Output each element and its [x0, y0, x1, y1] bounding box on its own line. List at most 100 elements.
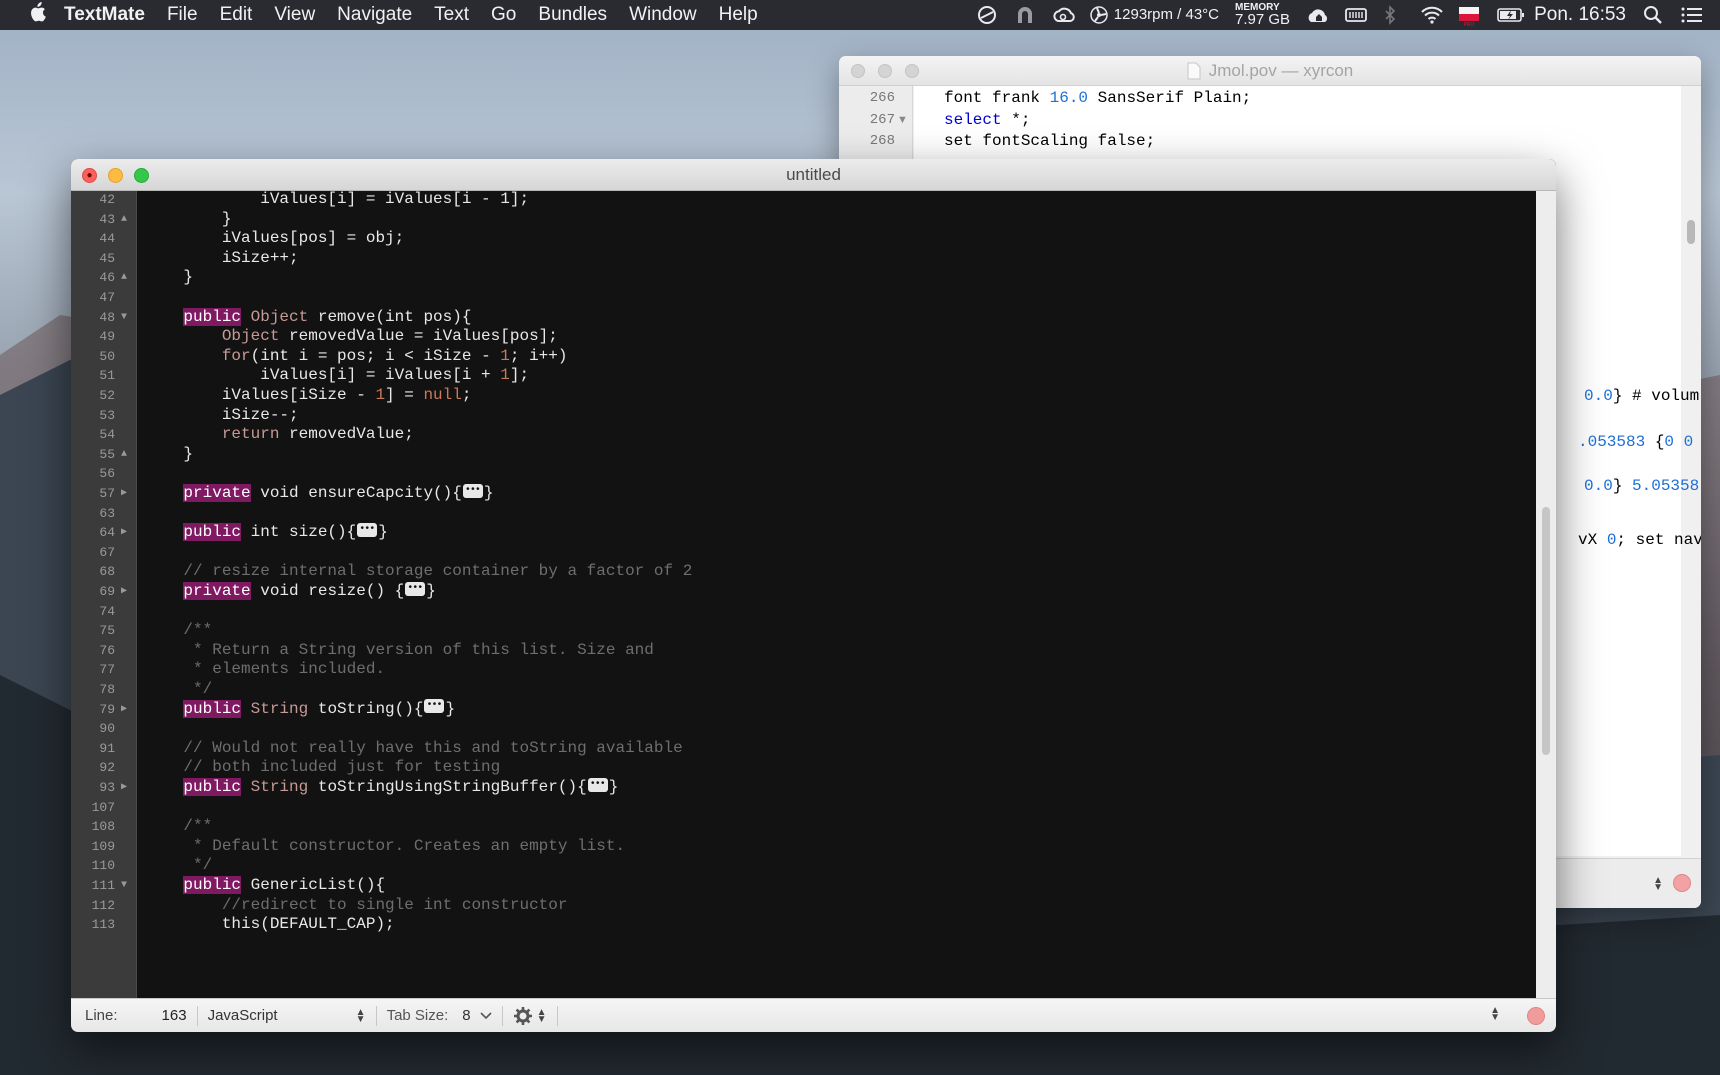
- code-line[interactable]: // both included just for testing: [145, 757, 500, 779]
- code-line[interactable]: public int size(){}: [145, 519, 388, 544]
- back-window-titlebar[interactable]: Jmol.pov — xyrcon: [839, 56, 1701, 86]
- back-code-line[interactable]: .053583 {0 0: [1578, 432, 1693, 454]
- code-line[interactable]: private void resize() {}: [145, 578, 436, 603]
- line-number-field[interactable]: 163: [162, 1007, 187, 1024]
- cloud-home-icon[interactable]: [1306, 5, 1328, 25]
- editor-window[interactable]: ● untitled 42 43 ▲ 44 45 46 ▲ 47 48 ▼ 49 50 51 52 53 54…: [71, 159, 1556, 1032]
- gutter-line[interactable]: 109: [71, 836, 136, 858]
- gutter-line[interactable]: 111 ▼: [71, 875, 136, 897]
- gutter-line[interactable]: 55 ▲: [71, 444, 136, 466]
- gutter-line[interactable]: 49: [71, 326, 136, 348]
- code-line[interactable]: */: [145, 679, 212, 701]
- code-line[interactable]: private void ensureCapcity(){}: [145, 480, 493, 505]
- spotlight-search-icon[interactable]: [1642, 5, 1664, 25]
- gutter-line[interactable]: 112: [71, 895, 136, 917]
- battery-icon[interactable]: [1496, 5, 1525, 25]
- gutter-line[interactable]: 43 ▲: [71, 209, 136, 231]
- code-line[interactable]: public GenericList(){: [145, 875, 385, 897]
- gutter-line[interactable]: 50: [71, 346, 136, 368]
- menu-navigate[interactable]: Navigate: [326, 4, 423, 26]
- zoom-button[interactable]: [134, 168, 149, 183]
- folded-code-badge[interactable]: [424, 695, 445, 717]
- gutter-line[interactable]: 47: [71, 287, 136, 309]
- code-line[interactable]: public Object remove(int pos){: [145, 307, 471, 329]
- code-line[interactable]: iValues[i] = iValues[i - 1];: [145, 191, 529, 211]
- bundle-actions-menu[interactable]: ▲ ▼: [513, 1006, 547, 1026]
- gutter-line[interactable]: 107: [71, 797, 136, 819]
- gutter-line[interactable]: 92: [71, 757, 136, 779]
- menu-window[interactable]: Window: [618, 4, 708, 26]
- gutter-line[interactable]: 108: [71, 816, 136, 838]
- code-line[interactable]: }: [145, 444, 193, 466]
- gutter-line[interactable]: 69 ▶: [71, 581, 136, 603]
- window-titlebar[interactable]: ● untitled: [71, 159, 1556, 191]
- sync-status-icon[interactable]: [976, 5, 998, 25]
- notification-center-icon[interactable]: [1680, 5, 1702, 25]
- apple-menu-icon[interactable]: [0, 2, 56, 28]
- gutter-line[interactable]: 45: [71, 248, 136, 270]
- back-code-line[interactable]: 0.0} # volum: [1584, 386, 1699, 408]
- code-line[interactable]: this(DEFAULT_CAP);: [145, 914, 395, 936]
- back-scrollbar[interactable]: [1685, 86, 1697, 856]
- gutter-line[interactable]: 68: [71, 561, 136, 583]
- back-code-line[interactable]: select *;: [944, 110, 1030, 132]
- gutter-line[interactable]: 75: [71, 620, 136, 642]
- scroll-thumb[interactable]: [1542, 507, 1550, 755]
- gutter-line[interactable]: 78: [71, 679, 136, 701]
- fold-end-icon[interactable]: ▲: [121, 209, 127, 231]
- gutter-line[interactable]: 67: [71, 542, 136, 564]
- memory-chip-icon[interactable]: [1344, 5, 1367, 25]
- gutter-line[interactable]: 56: [71, 463, 136, 485]
- fold-expand-icon[interactable]: ▶: [121, 699, 127, 721]
- gutter-line[interactable]: 46 ▲: [71, 267, 136, 289]
- gutter-line[interactable]: 76: [71, 640, 136, 662]
- back-zoom-button[interactable]: [905, 64, 919, 78]
- gutter-line[interactable]: 77: [71, 659, 136, 681]
- bluetooth-icon[interactable]: [1382, 5, 1404, 25]
- code-line[interactable]: // Would not really have this and toStri…: [145, 738, 682, 760]
- gutter-line[interactable]: 74: [71, 601, 136, 623]
- menu-view[interactable]: View: [263, 4, 326, 26]
- gutter-line[interactable]: 52: [71, 385, 136, 407]
- code-line[interactable]: }: [145, 209, 232, 231]
- back-code-line[interactable]: vX 0; set nav: [1578, 530, 1701, 552]
- magnet-icon[interactable]: [1014, 5, 1036, 25]
- code-line[interactable]: */: [145, 855, 212, 877]
- code-line[interactable]: iSize--;: [145, 405, 299, 427]
- gutter-line[interactable]: 63: [71, 503, 136, 525]
- symbol-selector-stepper-icon[interactable]: ▲ ▼: [1490, 1006, 1500, 1023]
- app-menu[interactable]: TextMate: [56, 4, 156, 26]
- memory-status[interactable]: MEMORY 7.97 GB: [1235, 3, 1290, 28]
- back-record-button[interactable]: [1673, 874, 1691, 892]
- gutter-line[interactable]: 113: [71, 914, 136, 936]
- input-source-flag-icon[interactable]: PRO: [1458, 5, 1480, 28]
- code-line[interactable]: iValues[i] = iValues[i + 1];: [145, 365, 529, 387]
- gutter-line[interactable]: 93 ▶: [71, 777, 136, 799]
- gutter-line[interactable]: 53: [71, 405, 136, 427]
- tab-size-selector[interactable]: 8: [462, 1007, 492, 1024]
- menu-bundles[interactable]: Bundles: [527, 4, 618, 26]
- gutter-line[interactable]: 42: [71, 191, 136, 211]
- vertical-scrollbar[interactable]: [1536, 191, 1556, 998]
- fold-collapse-icon[interactable]: ▼: [121, 875, 127, 897]
- fold-collapse-icon[interactable]: ▼: [121, 307, 127, 329]
- code-line[interactable]: public String toString(){}: [145, 695, 455, 721]
- code-line[interactable]: * Default constructor. Creates an empty …: [145, 836, 625, 858]
- code-line[interactable]: public String toStringUsingStringBuffer(…: [145, 774, 618, 799]
- gutter-line[interactable]: 51: [71, 365, 136, 387]
- fold-expand-icon[interactable]: ▶: [121, 522, 127, 544]
- language-selector[interactable]: JavaScript ▲ ▼: [208, 1007, 366, 1024]
- back-close-button[interactable]: [851, 64, 865, 78]
- menu-edit[interactable]: Edit: [209, 4, 264, 26]
- code-line[interactable]: for(int i = pos; i < iSize - 1; i++): [145, 346, 568, 368]
- back-code-line[interactable]: font frank 16.0 SansSerif Plain;: [944, 88, 1251, 110]
- back-scroll-thumb[interactable]: [1687, 220, 1695, 244]
- clock[interactable]: Pon. 16:53: [1534, 4, 1626, 26]
- code-line[interactable]: /**: [145, 816, 212, 838]
- folded-code-badge[interactable]: [357, 519, 378, 540]
- code-line[interactable]: iValues[pos] = obj;: [145, 228, 404, 250]
- fold-end-icon[interactable]: ▲: [121, 444, 127, 466]
- code-line[interactable]: * Return a String version of this list. …: [145, 640, 654, 662]
- gutter-line[interactable]: 64 ▶: [71, 522, 136, 544]
- code-line[interactable]: iValues[iSize - 1] = null;: [145, 385, 472, 407]
